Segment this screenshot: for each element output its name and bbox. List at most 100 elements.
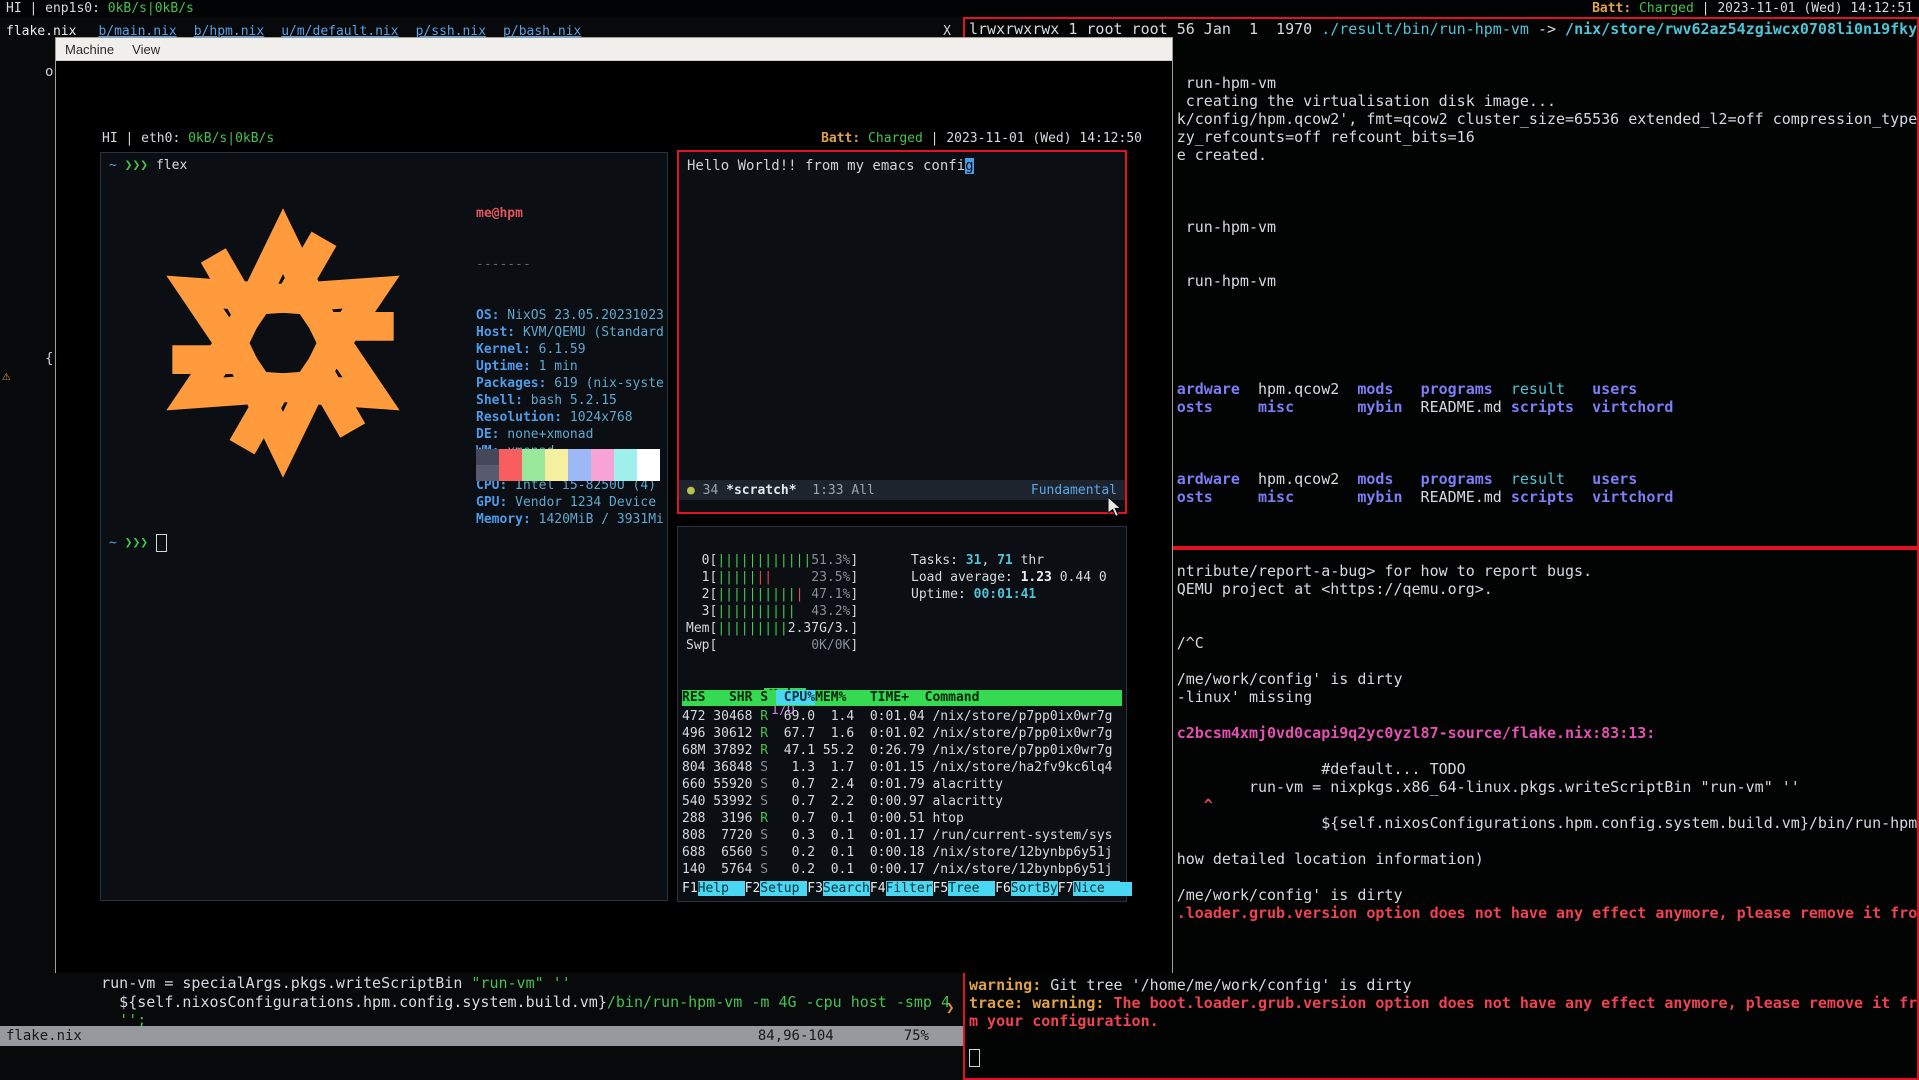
vm-status-bar: HI | eth0: 0kB/s|0kB/s Batt: Charged | 2… <box>102 131 1142 146</box>
fkey-label-setup[interactable]: Setup <box>760 881 807 896</box>
fetch-info-line: Uptime: 1 min <box>476 358 665 375</box>
vm-window-emacs[interactable]: Hello World!! from my emacs config ● 34 … <box>677 150 1127 514</box>
fetch-info-line: GPU: Vendor 1234 Device <box>476 494 665 511</box>
hostname: HI <box>6 1 22 16</box>
fkey-f5[interactable]: F5 <box>933 881 949 896</box>
process-row: 804 36848 S 1.3 1.7 0:01.15 /nix/store/h… <box>682 759 1112 776</box>
htop-function-key-bar: F1Help F2Setup F3SearchF4FilterF5Tree F6… <box>682 881 1132 896</box>
process-row: 660 55920 S 0.7 2.4 0:01.79 alacritty <box>682 776 1112 793</box>
fkey-f3[interactable]: F3 <box>807 881 823 896</box>
fetch-info-line: Kernel: 6.1.59 <box>476 341 665 358</box>
host-status-left: HI | enp1s0: 0kB/s|0kB/s <box>6 1 194 16</box>
modeline-indicator: ● <box>687 483 695 498</box>
htop-table-header[interactable]: RES SHR S CPU%MEM% TIME+ Command <box>682 690 1122 706</box>
vm-window-htop[interactable]: 0[||||||||||||51.3%] 1[||||||| 23.5%] 2[… <box>677 526 1127 902</box>
terminal-line: m your configuration. <box>969 1012 1917 1030</box>
fetch-info-line: Shell: bash 5.2.15 <box>476 392 665 409</box>
palette-swatch <box>499 465 522 481</box>
qemu-window[interactable]: MachineView HI | eth0: 0kB/s|0kB/s Batt:… <box>55 37 1173 973</box>
fkey-label-search[interactable]: Search <box>823 881 870 896</box>
system-info-panel: me@hpm ------- OS: NixOS 23.05.20231023H… <box>476 171 665 562</box>
htop-cursor-block <box>1120 882 1132 896</box>
terminal-line <box>969 1030 1917 1048</box>
shell-prompt-empty: ~ ❯❯❯ <box>109 534 167 552</box>
fkey-f4[interactable]: F4 <box>870 881 886 896</box>
palette-swatch <box>568 465 591 481</box>
palette-swatch <box>545 449 568 465</box>
vm-display: HI | eth0: 0kB/s|0kB/s Batt: Charged | 2… <box>56 61 1172 973</box>
menu-view[interactable]: View <box>123 40 169 59</box>
menu-machine[interactable]: Machine <box>56 40 123 59</box>
htop-summary: Tasks: 31, 71 thrLoad average: 1.23 0.44… <box>911 552 1107 603</box>
palette-swatch <box>522 449 545 465</box>
vm-clock: | 2023-11-01 (Wed) 14:12:50 <box>931 131 1142 146</box>
battery-status: Charged <box>1631 1 1701 16</box>
terminal-line <box>969 1048 1917 1067</box>
warning-icon: ⚠ <box>2 368 10 384</box>
palette-swatch <box>591 449 614 465</box>
emacs-cursor: g <box>965 158 973 174</box>
htop-cpu-meters: 0[||||||||||||51.3%] 1[||||||| 23.5%] 2[… <box>686 552 858 654</box>
terminal-line: trace: warning: The boot.loader.grub.ver… <box>969 994 1917 1012</box>
terminal-line: warning: Git tree '/home/me/work/config'… <box>969 976 1917 994</box>
statusline-scroll-pct: 75% <box>904 1028 929 1044</box>
fkey-label-sortby[interactable]: SortBy <box>1011 881 1058 896</box>
code-lines: run-vm = specialArgs.pkgs.writeScriptBin… <box>65 974 950 1030</box>
fetch-info-line: Resolution: 1024x768 <box>476 409 665 426</box>
htop-process-list: 472 30468 R 69.0 1.4 0:01.04 /nix/store/… <box>682 708 1112 878</box>
host-status-right: Batt: Charged | 2023-11-01 (Wed) 14:12:5… <box>1592 1 1913 16</box>
palette-swatch <box>545 465 568 481</box>
vm-battery-status: Charged <box>860 131 930 146</box>
cpu-meter: 2[||||||||||| 47.1%] <box>686 586 858 603</box>
nixos-logo <box>107 177 459 509</box>
fkey-f6[interactable]: F6 <box>995 881 1011 896</box>
fkey-label-tree[interactable]: Tree <box>948 881 995 896</box>
fkey-f7[interactable]: F7 <box>1058 881 1074 896</box>
cpu-meter: 3[|||||||||| 43.2%] <box>686 603 858 620</box>
palette-swatch <box>522 465 545 481</box>
stray-glyph: o <box>45 64 53 80</box>
statusline-cursor-pos: 84,96-104 <box>758 1028 834 1044</box>
process-row: 288 3196 R 0.7 0.1 0:00.51 htop <box>682 810 1112 827</box>
desktop: HI | enp1s0: 0kB/s|0kB/s Batt: Charged |… <box>0 0 1919 1080</box>
cpu-meter: 1[||||||| 23.5%] <box>686 569 858 586</box>
modeline-position: 1:33 All <box>797 483 875 498</box>
fkey-label-nice[interactable]: Nice <box>1073 881 1120 896</box>
fkey-f2[interactable]: F2 <box>745 881 761 896</box>
mouse-cursor <box>1108 497 1123 518</box>
palette-swatch <box>499 449 522 465</box>
battery-label: Batt: <box>1592 1 1631 16</box>
process-row: 688 6560 S 0.2 0.1 0:00.18 /nix/store/12… <box>682 844 1112 861</box>
modeline-major-mode: Fundamental <box>1031 483 1117 498</box>
process-row: 472 30468 R 69.0 1.4 0:01.04 /nix/store/… <box>682 708 1112 725</box>
cpu-meter: Mem[|||||||||2.37G/3.] <box>686 620 858 637</box>
htop-sort-column[interactable]: CPU% <box>776 690 815 705</box>
fkey-label-filter[interactable]: Filter <box>886 881 933 896</box>
fetch-info-line: Memory: 1420MiB / 3931Mi <box>476 511 665 528</box>
emacs-buffer: Hello World!! from my emacs config <box>679 152 1125 180</box>
net-rates: 0kB/s|0kB/s <box>100 1 194 16</box>
vm-battery-label: Batt: <box>821 131 860 146</box>
palette-swatch <box>637 465 660 481</box>
palette-swatch <box>476 449 499 465</box>
terminal-color-palette <box>476 449 660 481</box>
process-row: 496 30612 R 67.7 1.6 0:01.02 /nix/store/… <box>682 725 1112 742</box>
process-row: 140 5764 S 0.2 0.1 0:00.17 /nix/store/12… <box>682 861 1112 878</box>
fetch-info-line: Host: KVM/QEMU (Standard <box>476 324 665 341</box>
qemu-menubar: MachineView <box>56 38 1172 61</box>
shell-prompt: ~ ❯❯❯ flex <box>109 158 187 173</box>
line-extends-icon: ❯ <box>946 1000 954 1016</box>
emacs-modeline: ● 34 *scratch* 1:33 All Fundamental <box>679 480 1125 500</box>
fetch-info-line: DE: none+xmonad <box>476 426 665 443</box>
cpu-meter: Swp[ 0K/0K] <box>686 637 858 654</box>
htop-summary-line: Tasks: 31, 71 thr <box>911 552 1107 569</box>
fkey-label-help[interactable]: Help <box>698 881 745 896</box>
modeline-buffer-name: *scratch* <box>726 483 796 498</box>
vm-net-rates: 0kB/s|0kB/s <box>180 131 274 146</box>
palette-swatch <box>591 465 614 481</box>
fetch-info-line: OS: NixOS 23.05.20231023 <box>476 307 665 324</box>
fkey-f1[interactable]: F1 <box>682 881 698 896</box>
stray-glyph: { <box>45 351 53 367</box>
vm-terminal-fetch[interactable]: ~ ❯❯❯ flex <box>100 152 668 901</box>
cpu-meter: 0[||||||||||||51.3%] <box>686 552 858 569</box>
